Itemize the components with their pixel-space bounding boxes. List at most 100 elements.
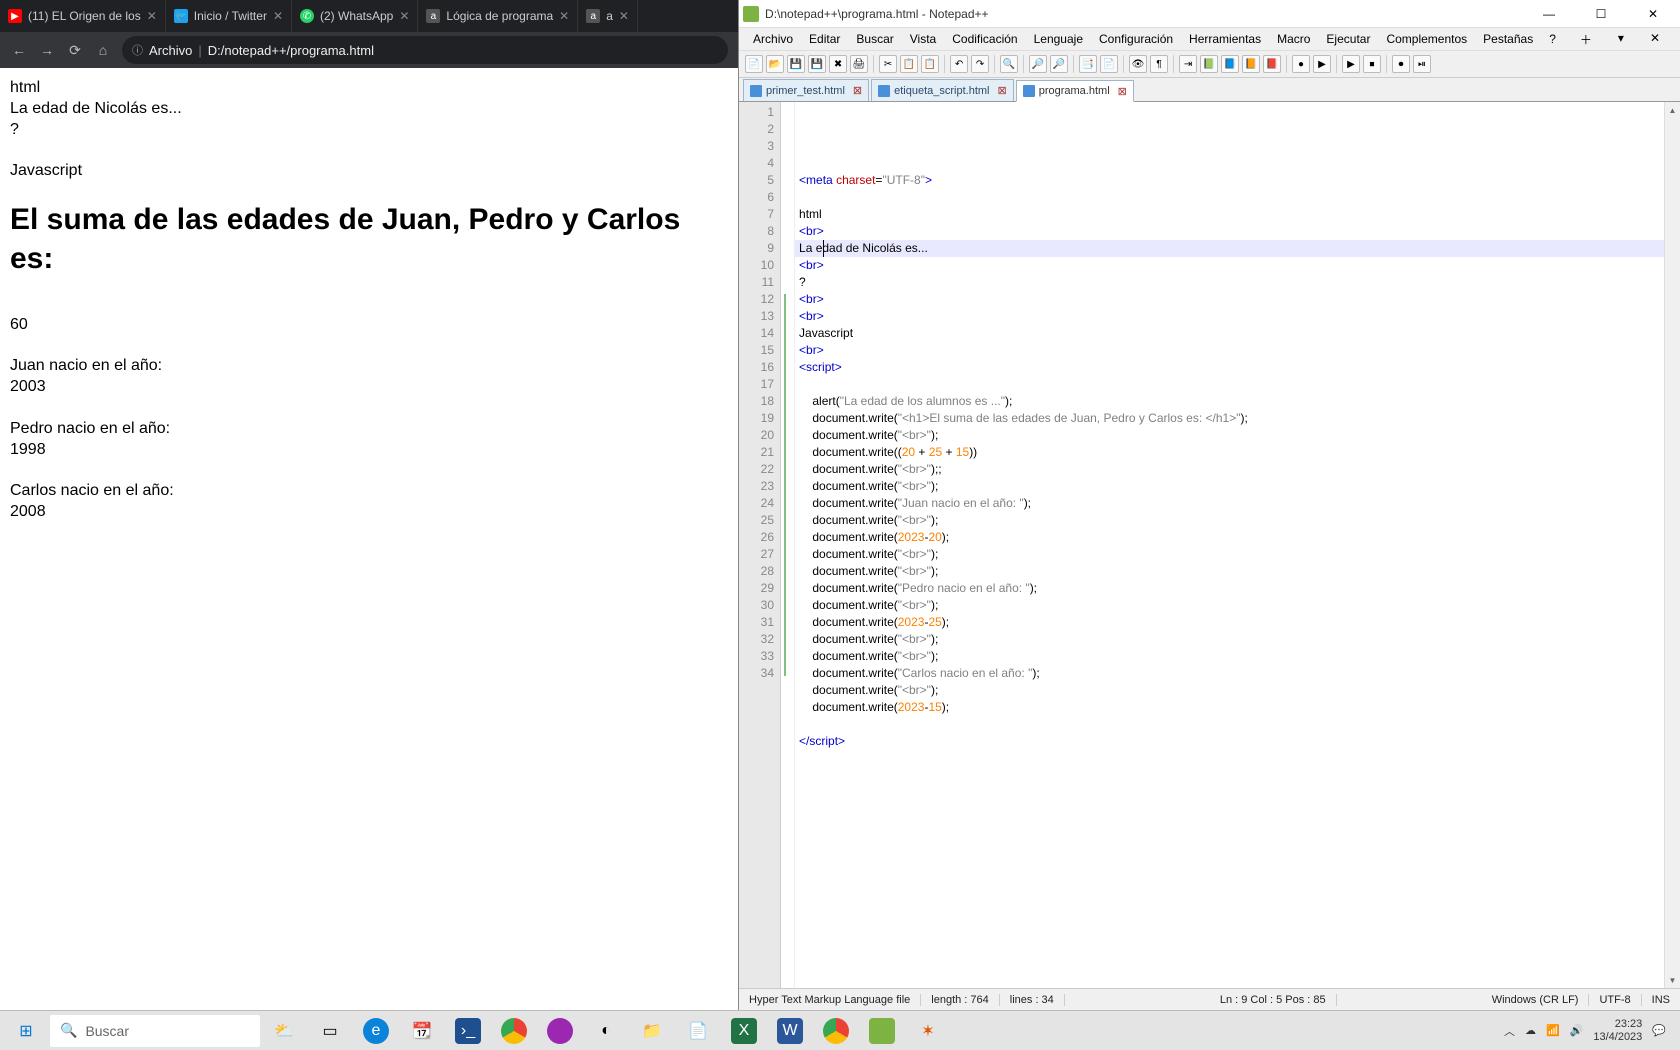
code-line[interactable]: document.write(2023-20); [799, 529, 1680, 546]
forward-icon[interactable]: → [38, 42, 56, 58]
toolbar-button-icon[interactable]: ● [1292, 55, 1310, 73]
toolbar-button-icon[interactable]: 💾 [787, 55, 805, 73]
chrome-tab[interactable]: ▶(11) EL Origen de los✕ [0, 0, 166, 32]
back-icon[interactable]: ← [10, 42, 28, 58]
tray-cloud-icon[interactable]: ☁ [1525, 1024, 1536, 1037]
toolbar-button-icon[interactable]: 📄 [1100, 55, 1118, 73]
code-line[interactable] [799, 716, 1680, 733]
code-line[interactable]: <meta charset="UTF-8"> [799, 172, 1680, 189]
chrome-running-icon[interactable] [814, 1013, 858, 1049]
scroll-down-icon[interactable]: ▼ [1665, 972, 1680, 988]
toolbar-button-icon[interactable]: ✖ [829, 55, 847, 73]
code-line[interactable]: document.write(2023-15); [799, 699, 1680, 716]
menu-item[interactable]: Editar [801, 30, 848, 48]
toolbar-button-icon[interactable]: ✂ [879, 55, 897, 73]
code-area[interactable]: <meta charset="UTF-8"> html<br>La edad d… [795, 102, 1680, 988]
tray-volume-icon[interactable]: 🔊 [1570, 1024, 1584, 1037]
close-button[interactable]: ✕ [1630, 0, 1676, 28]
start-button[interactable]: ⊞ [4, 1013, 48, 1049]
code-line[interactable]: Javascript [799, 325, 1680, 342]
npp-editor[interactable]: 1234567891011121314151617181920212223242… [739, 102, 1680, 988]
close-tab-icon[interactable]: ⊠ [998, 84, 1007, 97]
app-icon-purple[interactable] [538, 1013, 582, 1049]
toolbar-button-icon[interactable]: ▶ [1313, 55, 1331, 73]
toolbar-button-icon[interactable]: 💾 [808, 55, 826, 73]
home-icon[interactable]: ⌂ [94, 42, 112, 58]
toolbar-button-icon[interactable]: 📗 [1200, 55, 1218, 73]
app-icon-orange[interactable]: ✶ [906, 1013, 950, 1049]
code-line[interactable]: document.write((20 + 25 + 15)) [799, 444, 1680, 461]
close-icon[interactable]: ✕ [1642, 29, 1668, 50]
taskbar-search[interactable]: 🔍 Buscar [50, 1015, 260, 1047]
toolbar-button-icon[interactable]: 📘 [1221, 55, 1239, 73]
menu-item[interactable]: Vista [902, 30, 944, 48]
toolbar-button-icon[interactable]: 📙 [1242, 55, 1260, 73]
notepad-icon[interactable]: 📄 [676, 1013, 720, 1049]
toolbar-button-icon[interactable]: ↷ [971, 55, 989, 73]
code-line[interactable]: document.write("<h1>El suma de las edade… [799, 410, 1680, 427]
document-tab[interactable]: primer_test.html⊠ [743, 79, 869, 101]
close-tab-icon[interactable]: ⊠ [853, 84, 862, 97]
toolbar-button-icon[interactable]: ▶ [1342, 55, 1360, 73]
code-line[interactable]: document.write("Juan nacio en el año: ")… [799, 495, 1680, 512]
omnibox[interactable]: ⓘ Archivo | D:/notepad++/programa.html [122, 36, 728, 64]
code-line[interactable]: document.write("<br>"); [799, 682, 1680, 699]
close-tab-icon[interactable]: ✕ [619, 9, 629, 23]
chrome-tab[interactable]: aa✕ [578, 0, 638, 32]
code-line[interactable]: document.write("<br>"); [799, 631, 1680, 648]
reload-icon[interactable]: ⟳ [66, 42, 84, 59]
close-tab-icon[interactable]: ✕ [399, 9, 409, 23]
toolbar-button-icon[interactable]: ⏹ [1363, 55, 1381, 73]
code-line[interactable]: alert("La edad de los alumnos es ..."); [799, 393, 1680, 410]
file-explorer-icon[interactable]: 📁 [630, 1013, 674, 1049]
code-line[interactable]: document.write("<br>"); [799, 427, 1680, 444]
close-tab-icon[interactable]: ⊠ [1118, 85, 1127, 98]
taskbar-clock[interactable]: 23:23 13/4/2023 [1593, 1018, 1642, 1042]
terminal-icon[interactable]: ›_ [446, 1013, 490, 1049]
code-line[interactable]: document.write("<br>"); [799, 546, 1680, 563]
code-line[interactable]: document.write("Pedro nacio en el año: "… [799, 580, 1680, 597]
chrome-icon[interactable] [492, 1013, 536, 1049]
toolbar-button-icon[interactable]: 🖨 [850, 55, 868, 73]
toolbar-button-icon[interactable]: 📂 [766, 55, 784, 73]
toolbar-button-icon[interactable]: ¶ [1150, 55, 1168, 73]
code-line[interactable]: document.write("<br>");; [799, 461, 1680, 478]
code-line[interactable]: <br> [799, 308, 1680, 325]
toolbar-button-icon[interactable]: 📄 [745, 55, 763, 73]
code-line[interactable]: ? [799, 274, 1680, 291]
app-icon-black[interactable]: ◐ [584, 1013, 628, 1049]
word-icon[interactable]: W [768, 1013, 812, 1049]
toolbar-button-icon[interactable]: ⏯ [1413, 55, 1431, 73]
menu-item[interactable]: Ejecutar [1318, 30, 1378, 48]
code-line[interactable]: </script> [799, 733, 1680, 750]
toolbar-button-icon[interactable]: 🔎 [1050, 55, 1068, 73]
code-line[interactable]: document.write("Carlos nacio en el año: … [799, 665, 1680, 682]
code-line[interactable]: document.write("<br>"); [799, 563, 1680, 580]
menu-item[interactable]: ? [1541, 30, 1564, 48]
weather-widget-icon[interactable]: ⛅ [262, 1013, 306, 1049]
chrome-tab[interactable]: aLógica de programa✕ [418, 0, 578, 32]
chrome-tab[interactable]: 🐦Inicio / Twitter✕ [166, 0, 292, 32]
code-line[interactable]: <br> [799, 257, 1680, 274]
code-line[interactable]: html [799, 206, 1680, 223]
code-line[interactable]: La edad de Nicolás es... [799, 240, 1680, 257]
code-line[interactable]: <script> [799, 359, 1680, 376]
code-line[interactable]: document.write("<br>"); [799, 597, 1680, 614]
tray-wifi-icon[interactable]: 📶 [1546, 1024, 1560, 1037]
menu-item[interactable]: Archivo [745, 30, 801, 48]
document-tab[interactable]: etiqueta_script.html⊠ [871, 79, 1014, 101]
menu-item[interactable]: Codificación [944, 30, 1025, 48]
code-line[interactable]: <br> [799, 223, 1680, 240]
close-tab-icon[interactable]: ✕ [559, 9, 569, 23]
close-tab-icon[interactable]: ✕ [273, 9, 283, 23]
calendar-icon[interactable]: 📆 [400, 1013, 444, 1049]
notepadpp-icon[interactable] [860, 1013, 904, 1049]
code-line[interactable] [799, 376, 1680, 393]
menu-item[interactable]: Buscar [848, 30, 901, 48]
code-line[interactable]: document.write("<br>"); [799, 648, 1680, 665]
toolbar-button-icon[interactable]: 📕 [1263, 55, 1281, 73]
toolbar-button-icon[interactable]: ↶ [950, 55, 968, 73]
excel-icon[interactable]: X [722, 1013, 766, 1049]
system-tray[interactable]: ︿ ☁ 📶 🔊 23:23 13/4/2023 💬 [1494, 1018, 1676, 1042]
npp-titlebar[interactable]: D:\notepad++\programa.html - Notepad++ —… [739, 0, 1680, 28]
